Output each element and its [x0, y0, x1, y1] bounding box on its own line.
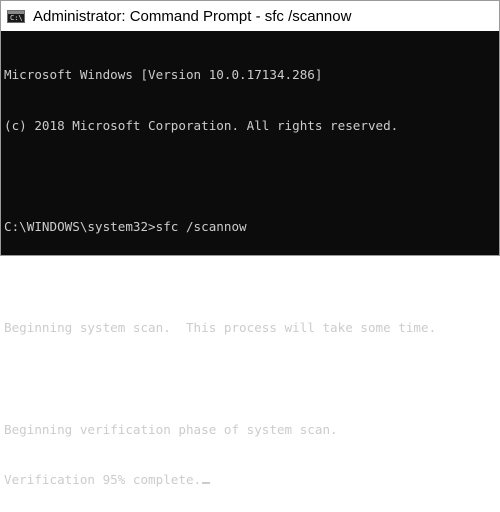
command-prompt-window: C:\ Administrator: Command Prompt - sfc … — [0, 0, 500, 488]
console-line-command: C:\WINDOWS\system32>sfc /scannow — [4, 218, 247, 234]
console-line-progress: Verification 95% complete. — [4, 472, 499, 489]
window-title: Administrator: Command Prompt - sfc /sca… — [33, 7, 352, 25]
console-output[interactable]: Microsoft Windows [Version 10.0.17134.28… — [4, 33, 499, 488]
text-cursor — [202, 482, 211, 485]
console-line-copyright: (c) 2018 Microsoft Corporation. All righ… — [4, 117, 399, 133]
console-line-scan-start: Beginning system scan. This process will… — [4, 320, 437, 336]
console-line-version: Microsoft Windows [Version 10.0.17134.28… — [4, 66, 323, 82]
console-line-verification-phase: Beginning verification phase of system s… — [4, 421, 338, 437]
title-bar[interactable]: C:\ Administrator: Command Prompt - sfc … — [1, 1, 499, 31]
progress-text: Verification 95% complete. — [4, 472, 202, 488]
command-prompt-icon: C:\ — [7, 9, 25, 23]
